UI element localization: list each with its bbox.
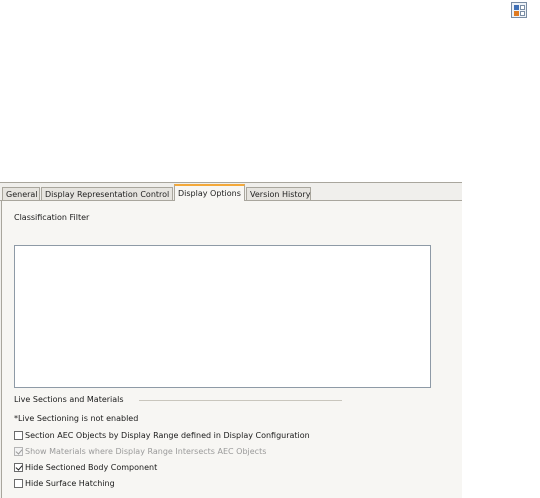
checkbox[interactable] [14,479,23,488]
checkbox [14,447,23,456]
properties-panel: General Display Representation Control D… [0,182,462,498]
live-sections-heading: Live Sections and Materials [14,395,124,404]
option-hide-sectioned-body[interactable]: Hide Sectioned Body Component [14,463,157,475]
tab-display-representation-control[interactable]: Display Representation Control [41,187,173,200]
display-options-page: Classification Filter Live Sections and … [1,201,462,498]
tab-display-options[interactable]: Display Options [174,184,245,201]
option-show-materials: Show Materials where Display Range Inter… [14,447,266,459]
option-label: Hide Sectioned Body Component [25,463,158,472]
tab-strip: General Display Representation Control D… [0,183,462,201]
group-separator [139,400,342,401]
option-hide-surface-hatching[interactable]: Hide Surface Hatching [14,479,115,491]
classification-filter-label: Classification Filter [14,213,90,222]
checkbox[interactable] [14,431,23,440]
tab-general[interactable]: General [2,187,40,200]
checkbox[interactable] [14,463,23,472]
tab-version-history[interactable]: Version History [246,187,311,200]
option-section-aec-objects[interactable]: Section AEC Objects by Display Range def… [14,431,310,443]
dialog-settings-icon [511,2,527,18]
option-label: Show Materials where Display Range Inter… [25,447,267,456]
live-sectioning-status-note: *Live Sectioning is not enabled [14,414,139,423]
option-label: Section AEC Objects by Display Range def… [25,431,310,440]
option-label: Hide Surface Hatching [25,479,115,488]
classification-filter-list[interactable] [14,245,431,388]
